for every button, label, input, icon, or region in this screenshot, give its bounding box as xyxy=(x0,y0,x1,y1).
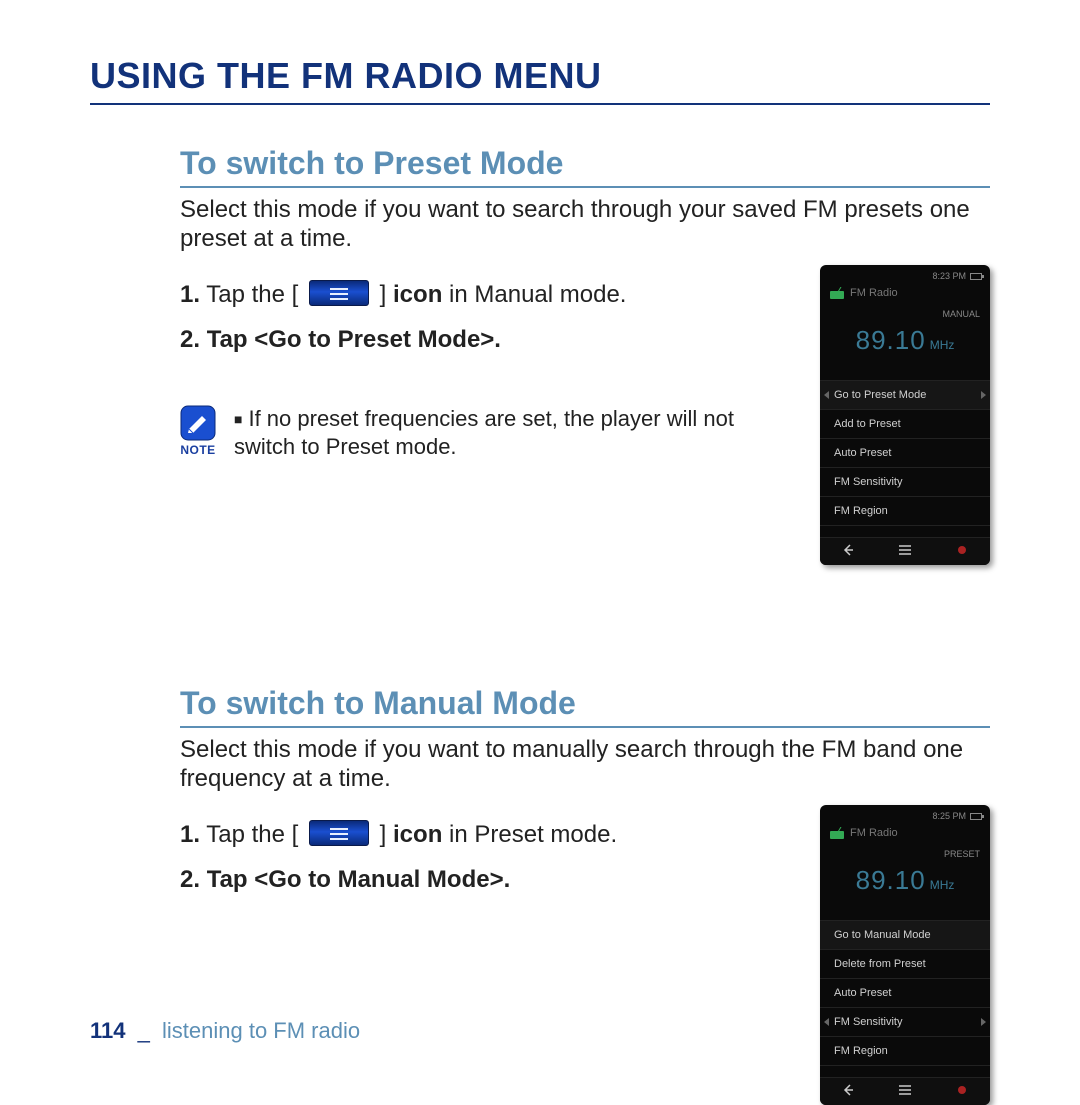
section-desc: Select this mode if you want to manually… xyxy=(180,736,970,794)
battery-icon xyxy=(970,813,982,820)
device-menu-item[interactable]: Go to Preset Mode xyxy=(820,380,990,409)
device-freq-num: 89.10 xyxy=(856,865,926,895)
device-menu-item-label: FM Region xyxy=(834,1045,888,1057)
bracket-close: ] xyxy=(373,821,386,848)
record-icon xyxy=(957,1085,967,1095)
device-time: 8:25 PM xyxy=(932,811,966,821)
device-menu-item[interactable]: FM Sensitivity xyxy=(820,467,990,496)
device-menu: Go to Preset Mode Add to Preset Auto Pre… xyxy=(820,380,990,526)
device-menu-item[interactable]: FM Region xyxy=(820,1036,990,1066)
device-screenshot: 8:23 PM FM Radio MANUAL 89.10 MHz Go to P… xyxy=(820,265,990,565)
step-text: Tap <Go to Manual Mode>. xyxy=(207,866,511,893)
battery-icon xyxy=(970,273,982,280)
device-freq: 89.10 MHz xyxy=(820,865,990,896)
section-preset-mode: To switch to Preset Mode Select this mod… xyxy=(180,145,990,465)
step-number: 2. xyxy=(180,866,200,893)
page: USING THE FM RADIO MENU To switch to Pre… xyxy=(90,55,990,1005)
device-menu-item-label: Add to Preset xyxy=(834,418,901,430)
device-menu-item-label: Auto Preset xyxy=(834,987,891,999)
device-header: FM Radio xyxy=(830,287,898,299)
device-menu-item-label: FM Sensitivity xyxy=(834,1016,902,1028)
menu-icon xyxy=(309,820,369,846)
device-mode: PRESET xyxy=(944,849,980,859)
step-text-icon: icon xyxy=(386,281,442,308)
step-text-pre: Tap the xyxy=(206,821,291,848)
step-number: 2. xyxy=(180,326,200,353)
device-menu-item[interactable]: FM Region xyxy=(820,496,990,526)
bracket-open: [ xyxy=(292,821,305,848)
device-menu-item[interactable]: Delete from Preset xyxy=(820,949,990,978)
device-menu-item[interactable]: Auto Preset xyxy=(820,978,990,1007)
chapter-title: listening to FM radio xyxy=(162,1018,360,1043)
page-footer: 114 _ listening to FM radio xyxy=(90,1018,360,1044)
step-text: Tap <Go to Preset Mode>. xyxy=(207,326,501,353)
footer-sep: _ xyxy=(138,1018,150,1043)
radio-icon xyxy=(830,287,844,299)
page-number: 114 xyxy=(90,1018,126,1043)
bracket-open: [ xyxy=(292,281,305,308)
step-text-pre: Tap the xyxy=(206,281,291,308)
menu-icon xyxy=(309,280,369,306)
section-heading: To switch to Preset Mode xyxy=(180,145,990,188)
section-desc: Select this mode if you want to search t… xyxy=(180,196,970,254)
device-back-button[interactable] xyxy=(828,543,868,560)
back-icon xyxy=(841,1083,855,1097)
device-bottom-bar xyxy=(820,1077,990,1105)
device-back-button[interactable] xyxy=(828,1083,868,1100)
device-menu-item-label: Auto Preset xyxy=(834,447,891,459)
device-menu-item-label: FM Region xyxy=(834,505,888,517)
device-time: 8:23 PM xyxy=(932,271,966,281)
device-menu-item[interactable]: Go to Manual Mode xyxy=(820,920,990,949)
device-freq-unit: MHz xyxy=(930,878,955,892)
device-app-title: FM Radio xyxy=(850,287,898,299)
device-app-title: FM Radio xyxy=(850,827,898,839)
record-icon xyxy=(957,545,967,555)
section-manual-mode: To switch to Manual Mode Select this mod… xyxy=(180,685,990,1005)
device-menu-button[interactable] xyxy=(885,1084,925,1099)
device-menu-item[interactable]: Auto Preset xyxy=(820,438,990,467)
device-menu: Go to Manual Mode Delete from Preset Aut… xyxy=(820,920,990,1066)
device-menu-item-label: Go to Preset Mode xyxy=(834,389,926,401)
bracket-close: ] xyxy=(373,281,386,308)
device-freq-num: 89.10 xyxy=(856,325,926,355)
note-badge: NOTE xyxy=(180,405,216,457)
device-statusbar: 8:25 PM xyxy=(932,811,982,821)
step-text-post: in Preset mode. xyxy=(442,821,617,848)
device-menu-item-label: Go to Manual Mode xyxy=(834,929,931,941)
device-record-button[interactable] xyxy=(942,545,982,558)
bullet-icon: ■ xyxy=(234,411,242,427)
note-text: ■If no preset frequencies are set, the p… xyxy=(234,405,760,462)
device-mode: MANUAL xyxy=(942,309,980,319)
step-text-post: in Manual mode. xyxy=(442,281,626,308)
device-freq: 89.10 MHz xyxy=(820,325,990,356)
step-text-icon: icon xyxy=(386,821,442,848)
device-menu-item-label: Delete from Preset xyxy=(834,958,926,970)
section-heading: To switch to Manual Mode xyxy=(180,685,990,728)
note-text-content: If no preset frequencies are set, the pl… xyxy=(234,406,734,460)
menu-icon xyxy=(897,1084,913,1096)
device-header: FM Radio xyxy=(830,827,898,839)
back-icon xyxy=(841,543,855,557)
device-freq-unit: MHz xyxy=(930,338,955,352)
note-label: NOTE xyxy=(180,443,215,457)
device-record-button[interactable] xyxy=(942,1085,982,1098)
device-statusbar: 8:23 PM xyxy=(932,271,982,281)
page-title: USING THE FM RADIO MENU xyxy=(90,55,990,105)
step-number: 1. xyxy=(180,281,200,308)
device-menu-item[interactable]: FM Sensitivity xyxy=(820,1007,990,1036)
device-bottom-bar xyxy=(820,537,990,565)
device-screenshot: 8:25 PM FM Radio PRESET 89.10 MHz Go to M… xyxy=(820,805,990,1105)
step-number: 1. xyxy=(180,821,200,848)
menu-icon xyxy=(897,544,913,556)
radio-icon xyxy=(830,827,844,839)
device-menu-button[interactable] xyxy=(885,544,925,559)
device-menu-item[interactable]: Add to Preset xyxy=(820,409,990,438)
note-icon xyxy=(180,405,216,441)
note-block: NOTE ■If no preset frequencies are set, … xyxy=(180,405,760,462)
device-menu-item-label: FM Sensitivity xyxy=(834,476,902,488)
